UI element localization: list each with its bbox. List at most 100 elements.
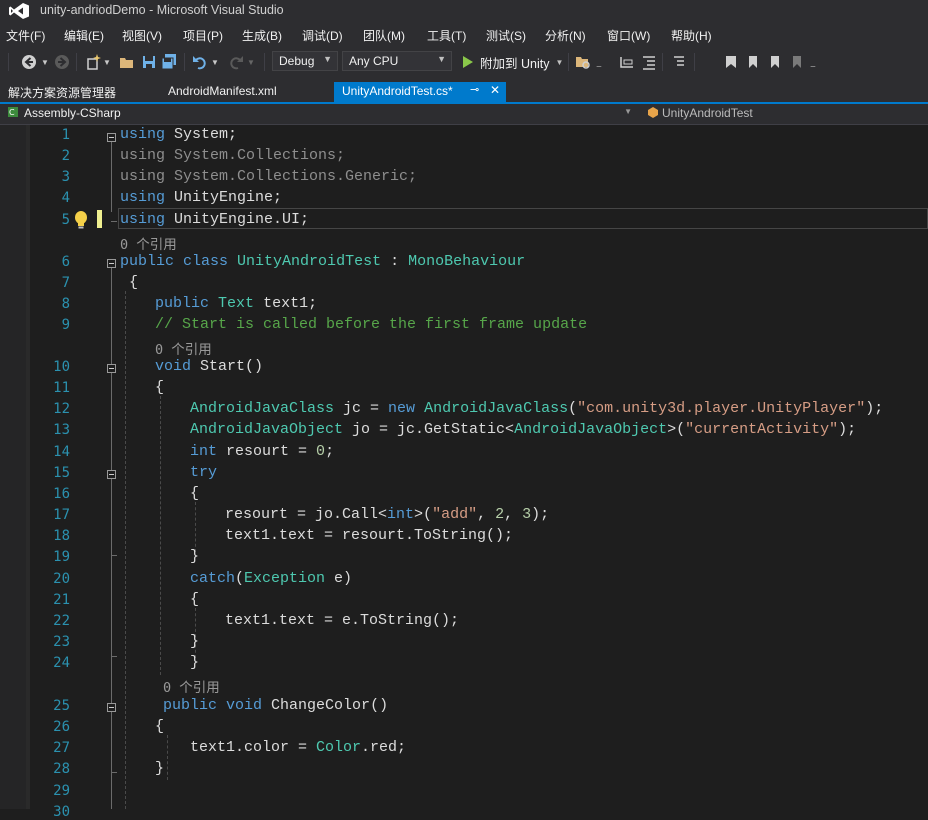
code-line[interactable]: { [155,379,164,400]
find-files-button[interactable] [574,51,592,73]
code-editor[interactable]: 1 2 3 4 5 6 7 8 9 10 11 12 13 14 15 16 1… [0,125,928,820]
code-line[interactable]: using UnityEngine; [120,189,282,210]
code-line[interactable]: { [190,485,199,506]
back-dropdown[interactable]: ▼ [40,51,50,73]
code-line[interactable]: public Text text1; [155,295,317,316]
code-line[interactable]: // Start is called before the first fram… [155,316,587,337]
attach-unity-button[interactable]: 附加到 Unity ▼ [458,51,568,73]
menu-team[interactable]: 团队(M) [363,27,405,44]
class-icon [648,107,658,118]
codelens-references[interactable]: 0 个引用 [155,338,212,358]
line-number: 2 [61,148,70,164]
prev-bookmark-button[interactable] [744,51,762,73]
undo-dropdown[interactable]: ▼ [210,51,220,73]
code-line[interactable]: } [190,548,199,569]
bookmark-button[interactable] [722,51,740,73]
code-line[interactable]: using UnityEngine.UI; [120,211,309,232]
forward-button[interactable] [52,51,72,73]
toolbar-overflow-2[interactable]: _ [808,51,818,73]
code-line[interactable]: } [190,633,199,654]
code-line[interactable]: { [155,718,164,739]
menu-tools[interactable]: 工具(T) [427,27,466,44]
code-line[interactable]: AndroidJavaClass jc = new AndroidJavaCla… [190,400,883,421]
code-line[interactable]: text1.color = Color.red; [190,739,406,760]
code-line[interactable]: using System; [120,126,237,147]
menu-build[interactable]: 生成(B) [242,27,282,44]
pin-icon[interactable]: ⊸ [470,83,479,96]
open-button[interactable] [118,51,136,73]
code-line[interactable]: text1.text = e.ToString(); [225,612,459,633]
outline-end [111,221,117,222]
java-class-string: com.unity3d.player.UnityPlayer [586,400,857,417]
bookmark-next-icon [771,56,779,68]
collapse-toggle[interactable] [107,133,116,142]
save-all-button[interactable] [160,51,178,73]
menu-edit[interactable]: 编辑(E) [64,27,104,44]
clear-bookmarks-button[interactable] [788,51,806,73]
project-dropdown[interactable]: C Assembly-CSharp ▼ [4,105,636,123]
code-line[interactable]: { [190,591,199,612]
attach-label: 附加到 Unity [480,56,550,71]
config-dropdown[interactable]: Debug ▼ [272,51,338,71]
tab-solution-explorer[interactable]: 解决方案资源管理器 [0,82,130,102]
code-line[interactable]: void Start() [155,358,263,379]
next-bookmark-button[interactable] [766,51,784,73]
code-line[interactable]: public class UnityAndroidTest : MonoBeha… [120,253,525,274]
lightbulb-icon[interactable] [72,210,90,230]
code-line[interactable]: catch(Exception e) [190,570,352,591]
menu-test[interactable]: 测试(S) [486,27,526,44]
code-line[interactable]: } [155,760,164,781]
line-number: 13 [53,422,70,438]
outline-end [111,656,117,657]
close-icon[interactable]: ✕ [490,83,500,97]
platform-dropdown[interactable]: Any CPU ▼ [342,51,452,71]
code-line[interactable]: using System.Collections.Generic; [120,168,417,189]
menu-help[interactable]: 帮助(H) [671,27,712,44]
code-line[interactable]: } [190,654,199,675]
codelens-references[interactable]: 0 个引用 [120,233,177,253]
code-line[interactable]: try [190,464,217,485]
line-number: 15 [53,465,70,481]
collapse-toggle[interactable] [107,470,116,479]
menu-debug[interactable]: 调试(D) [302,27,343,44]
step-button[interactable] [618,51,636,73]
code-line[interactable]: text1.text = resourt.ToString(); [225,527,513,548]
collapse-toggle[interactable] [107,364,116,373]
menu-analyze[interactable]: 分析(N) [545,27,586,44]
comment-button[interactable] [640,51,658,73]
outline-line [111,142,112,212]
collapse-toggle[interactable] [107,703,116,712]
menu-file[interactable]: 文件(F) [6,27,45,44]
line-number: 26 [53,719,70,735]
redo-button[interactable] [226,51,246,73]
save-button[interactable] [140,51,158,73]
indent-guide [125,291,126,809]
window-title: unity-andriodDemo - Microsoft Visual Stu… [40,3,284,17]
code-line[interactable]: resourt = jo.Call<int>("add", 2, 3); [225,506,549,527]
new-project-button[interactable] [84,51,102,73]
code-line[interactable]: AndroidJavaObject jo = jc.GetStatic<Andr… [190,421,856,442]
menu-window[interactable]: 窗口(W) [607,27,650,44]
toolbar-overflow[interactable]: _ [594,51,604,73]
change-tracking-mark [97,210,102,228]
svg-text:C: C [9,108,15,117]
code-line[interactable]: { [120,274,138,295]
back-button[interactable] [18,51,40,73]
undo-button[interactable] [190,51,210,73]
tab-unity-android-test[interactable]: UnityAndroidTest.cs* ⊸ ✕ [334,82,506,102]
undo-icon [193,56,206,70]
redo-dropdown[interactable]: ▼ [246,51,256,73]
codelens-references[interactable]: 0 个引用 [163,676,220,696]
new-dropdown[interactable]: ▼ [102,51,112,73]
new-project-icon [87,54,101,70]
menu-view[interactable]: 视图(V) [122,27,162,44]
code-line[interactable]: int resourt = 0; [190,443,334,464]
menu-project[interactable]: 项目(P) [183,27,223,44]
tab-android-manifest[interactable]: AndroidManifest.xml [160,82,310,102]
collapse-toggle[interactable] [107,259,116,268]
type-dropdown[interactable]: UnityAndroidTest [642,105,928,123]
code-line[interactable]: public void ChangeColor() [163,697,388,718]
code-line[interactable]: using System.Collections; [120,147,345,168]
indent-button[interactable] [670,51,688,73]
chevron-down-icon: ▼ [437,54,446,64]
